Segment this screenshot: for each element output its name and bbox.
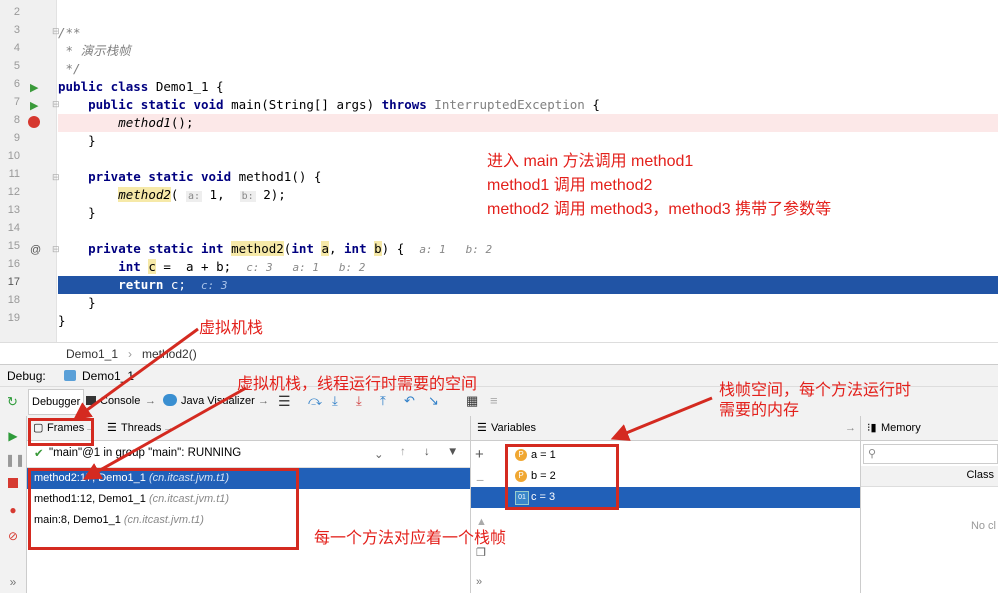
- arrow-vm-stack: [73, 327, 199, 421]
- arrow-vm-stack-desc: [82, 386, 247, 480]
- arrow-frame-space: [610, 396, 713, 441]
- annotation-arrows: [73, 327, 713, 480]
